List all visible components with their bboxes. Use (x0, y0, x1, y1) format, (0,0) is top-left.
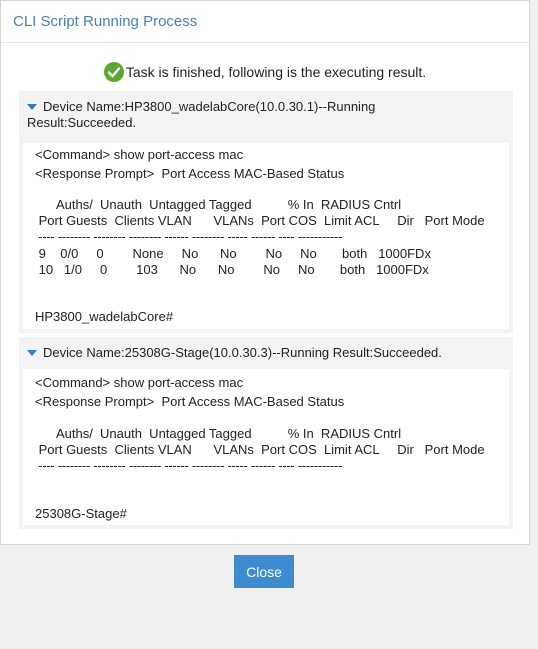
response-line: <Response Prompt> Port Access MAC-Based … (35, 166, 345, 181)
table-header-2: Port Guests Clients VLAN VLANs Port COS … (35, 442, 485, 457)
cli-script-dialog: CLI Script Running Process Task is finis… (0, 0, 530, 545)
table-row: 10 1/0 0 103 No No No No both 1000FDx (35, 262, 429, 277)
device-panel-1: Device Name:HP3800_wadelabCore(10.0.30.1… (19, 91, 513, 333)
device-title-line1: Device Name:HP3800_wadelabCore(10.0.30.1… (43, 99, 376, 114)
device-prompt: 25308G-Stage# (35, 506, 127, 521)
table-header-1: Auths/ Unauth Untagged Tagged % In RADIU… (35, 426, 402, 441)
device-panel-2: Device Name:25308G-Stage(10.0.30.3)--Run… (19, 337, 513, 529)
collapse-caret-icon[interactable] (27, 103, 37, 110)
device-title[interactable]: Device Name:25308G-Stage(10.0.30.3)--Run… (19, 337, 513, 361)
dialog-title: CLI Script Running Process (13, 13, 198, 30)
command-line: <Command> show port-access mac (35, 147, 244, 162)
device-title[interactable]: Device Name:HP3800_wadelabCore(10.0.30.1… (19, 91, 513, 131)
device-prompt: HP3800_wadelabCore# (35, 309, 174, 324)
table-row: 9 0/0 0 None No No No No both 1000FDx (35, 246, 431, 261)
device-title-line2: Result:Succeeded. (27, 115, 137, 130)
command-line: <Command> show port-access mac (35, 375, 244, 390)
status-line: Task is finished, following is the execu… (1, 62, 529, 82)
dialog-header: CLI Script Running Process (1, 1, 529, 43)
status-text: Task is finished, following is the execu… (125, 64, 427, 80)
response-line: <Response Prompt> Port Access MAC-Based … (35, 394, 345, 409)
table-separator: ---- -------- -------- -------- ------ -… (35, 458, 343, 473)
device-output: <Command> show port-access mac <Response… (23, 143, 509, 329)
table-separator: ---- -------- -------- -------- ------ -… (35, 229, 343, 244)
device-title-line1: Device Name:25308G-Stage(10.0.30.3)--Run… (43, 345, 442, 360)
table-header-2: Port Guests Clients VLAN VLANs Port COS … (35, 213, 485, 228)
table-header-1: Auths/ Unauth Untagged Tagged % In RADIU… (35, 197, 402, 212)
collapse-caret-icon[interactable] (27, 349, 37, 356)
device-output: <Command> show port-access mac <Response… (23, 369, 509, 525)
close-button[interactable]: Close (234, 555, 294, 588)
success-check-icon (103, 62, 124, 82)
